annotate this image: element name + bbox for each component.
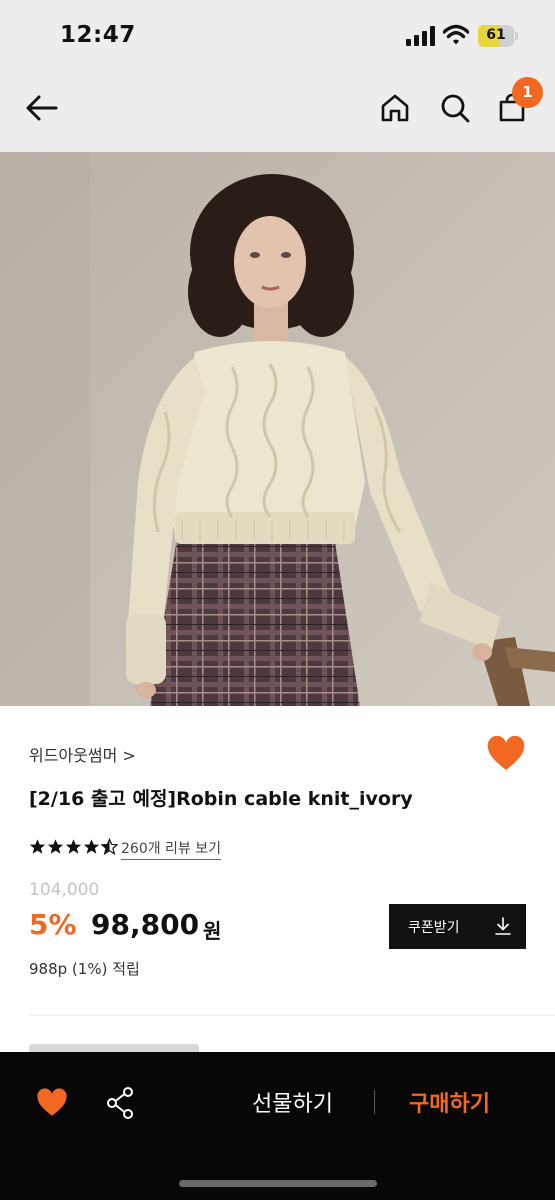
star-icon: [65, 839, 82, 854]
battery-indicator: 61: [478, 25, 518, 47]
coupon-button-label: 쿠폰받기: [408, 920, 460, 936]
currency-unit: 원: [203, 919, 222, 943]
discount-rate: 5%: [29, 908, 77, 941]
heart-icon: [37, 1088, 67, 1116]
product-image[interactable]: [0, 152, 555, 706]
status-bar: 12:47 61: [0, 0, 555, 70]
heart-icon: [487, 735, 525, 770]
star-icon: [47, 839, 64, 854]
share-icon: [107, 1087, 133, 1119]
bottom-favorite-button[interactable]: [36, 1088, 68, 1118]
back-arrow-icon: [26, 95, 58, 121]
search-button[interactable]: [433, 86, 477, 130]
home-icon: [381, 94, 409, 122]
bottom-action-bar: 선물하기 구매하기: [0, 1052, 555, 1200]
half-star-icon: [101, 838, 118, 856]
rating-stars: [29, 838, 118, 858]
brand-link[interactable]: 위드아웃썸머 >: [29, 742, 136, 766]
buy-button[interactable]: 구매하기: [409, 1086, 490, 1118]
section-divider: [29, 1015, 555, 1016]
star-icon: [83, 839, 100, 854]
top-navigation: [0, 70, 555, 152]
cut-off-section-preview: [29, 1042, 509, 1052]
sale-price: 98,800: [91, 908, 200, 941]
original-price: 104,000: [29, 880, 100, 900]
coupon-download-button[interactable]: 쿠폰받기: [389, 904, 526, 949]
favorite-button[interactable]: [486, 735, 526, 772]
cart-count-badge: 1: [512, 77, 543, 108]
star-icon: [29, 839, 46, 854]
reward-points: 988p (1%) 적립: [29, 960, 140, 978]
battery-percentage: 61: [486, 27, 506, 43]
gift-button[interactable]: 선물하기: [252, 1086, 333, 1118]
bottom-bar-separator: [374, 1090, 375, 1114]
search-icon: [441, 94, 470, 123]
share-button[interactable]: [106, 1087, 134, 1119]
reviews-link[interactable]: 260개 리뷰 보기: [121, 838, 222, 860]
home-button[interactable]: [373, 86, 417, 130]
wifi-icon: [443, 24, 469, 45]
status-time: 12:47: [60, 22, 136, 48]
product-illustration: [0, 152, 555, 706]
back-button[interactable]: [20, 86, 64, 130]
download-icon: [495, 917, 511, 935]
product-title: [2/16 출고 예정]Robin cable knit_ivory: [29, 788, 413, 810]
home-indicator: [179, 1180, 377, 1187]
cellular-signal-icon: [406, 26, 435, 46]
